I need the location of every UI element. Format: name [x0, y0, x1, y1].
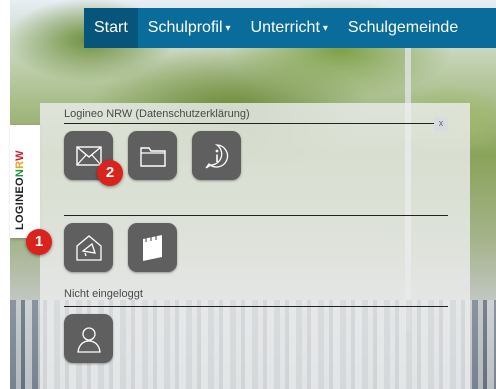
caret-down-icon: ▾: [225, 22, 231, 34]
mail-icon: [75, 145, 102, 166]
section-divider: [64, 123, 448, 124]
section-title-login: Nicht eingeloggt: [64, 288, 143, 300]
nav-item-label: Unterricht: [250, 19, 320, 36]
logineo-logo: LOGINEONRW: [14, 150, 26, 230]
nav-item-unterricht[interactable]: Unterricht ▾: [241, 8, 338, 48]
logineo-panel: Logineo NRW (Datenschutzerklärung) Nicht…: [40, 103, 470, 389]
login-tile[interactable]: [64, 314, 113, 363]
nav-item-label: Start: [94, 19, 128, 36]
step-badge-2: 2: [97, 160, 123, 186]
files-tile[interactable]: [128, 131, 177, 180]
logineo-side-tab[interactable]: LOGINEONRW: [10, 125, 40, 238]
logineo-logo-text: LOGINEO: [14, 177, 26, 230]
info-icon: [204, 143, 228, 169]
megaphone-icon: [75, 234, 102, 261]
caret-down-icon: ▾: [322, 22, 328, 34]
messages-tile[interactable]: [64, 223, 113, 272]
notes-tile[interactable]: [128, 223, 177, 272]
top-navigation: Start Schulprofil ▾ Unterricht ▾ Schulge…: [84, 8, 496, 48]
close-button[interactable]: x: [434, 117, 448, 131]
nav-item-start[interactable]: Start: [84, 8, 138, 48]
nav-item-label: Schulprofil: [147, 19, 223, 36]
info-tile[interactable]: [192, 131, 241, 180]
nav-item-schulprofil[interactable]: Schulprofil ▾: [138, 8, 241, 48]
logineo-logo-nrw: NRW: [14, 150, 26, 178]
section-divider: [64, 306, 448, 307]
notes-icon: [142, 234, 162, 261]
nav-item-label: Schulgemeinde: [347, 19, 459, 36]
folder-icon: [139, 146, 166, 167]
nav-item-schulgemeinde[interactable]: Schulgemeinde: [338, 8, 468, 48]
step-badge-1: 1: [26, 229, 52, 255]
section-title-logineo: Logineo NRW (Datenschutzerklärung): [64, 108, 250, 120]
section-divider: [64, 215, 448, 216]
user-icon: [76, 326, 101, 353]
